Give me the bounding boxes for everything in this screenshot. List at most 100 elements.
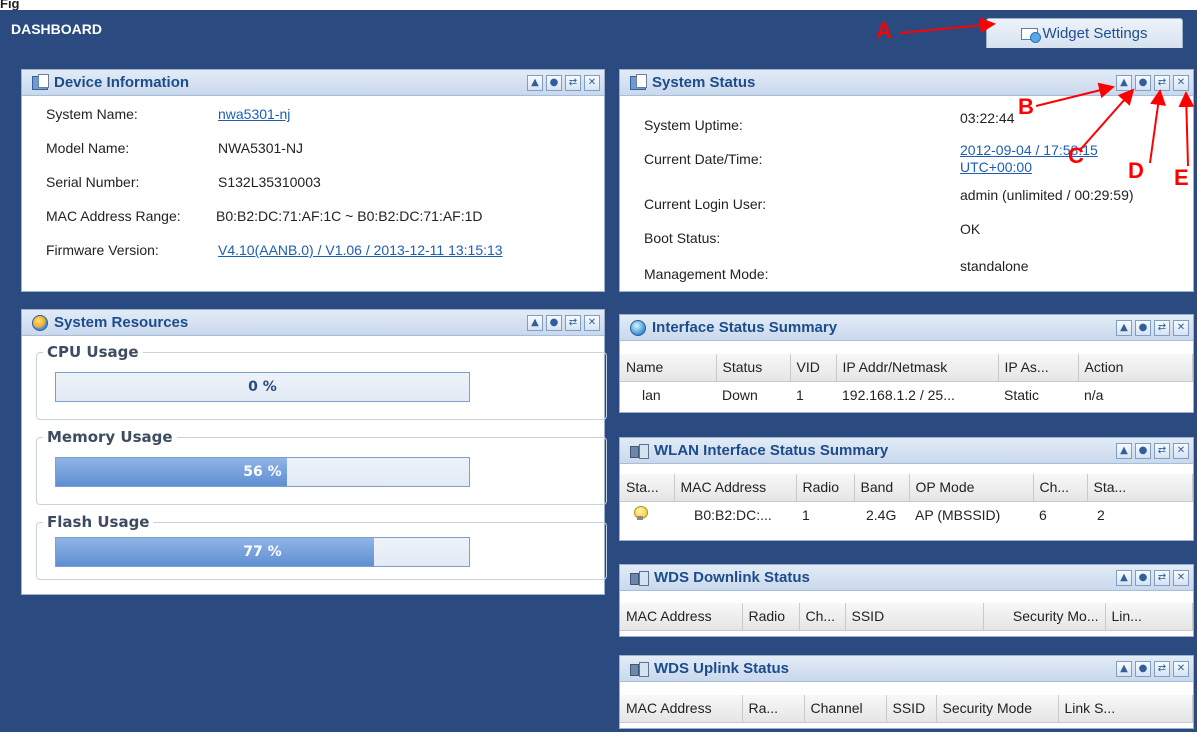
table-row[interactable]: B0:B2:DC:... 1 2.4G AP (MBSSID) 6 2 [620,501,1193,528]
column-header[interactable]: Ch... [799,603,846,631]
firmware-link[interactable]: V4.10(AANB.0) / V1.06 / 2013-12-11 13:15… [218,242,503,258]
collapse-icon[interactable]: ▲ [527,315,543,331]
column-header[interactable]: Ch... [1033,474,1088,502]
cpu-usage-text: 0 % [248,379,277,395]
callout-a: A [876,18,892,43]
mac-range-value: B0:B2:DC:71:AF:1C ~ B0:B2:DC:71:AF:1D [216,208,483,224]
table-cell: lan [642,386,661,403]
model-name-label: Model Name: [46,140,130,156]
document-icon [32,73,49,90]
document-icon [630,73,647,90]
settings-icon[interactable]: ● [1135,320,1151,336]
system-resources-panel: System Resources ▲ ● ⇄ ✕ CPU Usage 0 % M… [21,309,607,595]
column-header[interactable]: OP Mode [909,474,1034,502]
login-user-label: Current Login User: [644,196,767,212]
column-header[interactable]: Action [1078,354,1193,382]
close-icon[interactable]: ✕ [1173,661,1189,677]
close-icon[interactable]: ✕ [584,315,600,331]
column-header[interactable]: Sta... [1087,474,1193,502]
column-header[interactable]: Channel [804,695,887,723]
status-cell [620,501,674,528]
model-name-value: NWA5301-NJ [218,140,304,156]
wds-device-icon [630,661,649,677]
wds-downlink-header: WDS Downlink Status ▲ ● ⇄ ✕ [620,565,1193,591]
column-header[interactable]: VID [790,354,837,382]
firmware-label: Firmware Version: [46,242,159,258]
column-header[interactable]: SSID [845,603,984,631]
column-header[interactable]: Lin... [1105,603,1193,631]
column-header[interactable]: Link S... [1058,695,1193,723]
close-icon[interactable]: ✕ [1173,570,1189,586]
refresh-icon[interactable]: ⇄ [565,75,581,91]
boot-status-value: OK [960,221,981,237]
column-header[interactable]: MAC Address [620,603,743,631]
close-icon[interactable]: ✕ [584,75,600,91]
management-mode-label: Management Mode: [644,266,769,282]
wlan-device-icon [630,443,649,459]
close-icon[interactable]: ✕ [1173,443,1189,459]
widget-settings-button[interactable]: Widget Settings [986,18,1183,48]
refresh-icon[interactable]: ⇄ [565,315,581,331]
settings-icon[interactable]: ● [546,75,562,91]
settings-icon[interactable]: ● [546,315,562,331]
uptime-value: 03:22:44 [960,110,1015,126]
table-cell: 1 [802,506,810,523]
wlan-status-table: Sta... MAC Address Radio Band OP Mode Ch… [620,474,1193,528]
wlan-status-panel: WLAN Interface Status Summary ▲ ● ⇄ ✕ St… [619,437,1194,541]
panel-controls: ▲ ● ⇄ ✕ [527,75,600,91]
column-header[interactable]: Name [620,354,717,382]
boot-status-label: Boot Status: [644,230,721,246]
wds-downlink-panel: WDS Downlink Status ▲ ● ⇄ ✕ MAC Address … [619,564,1194,637]
table-cell: 1 [796,386,804,403]
refresh-icon[interactable]: ⇄ [1154,661,1170,677]
settings-icon[interactable]: ● [1135,443,1151,459]
column-header[interactable]: Radio [796,474,855,502]
refresh-icon[interactable]: ⇄ [1154,443,1170,459]
dashboard-title: DASHBOARD [11,21,102,37]
system-resources-header: System Resources ▲ ● ⇄ ✕ [22,310,604,336]
table-cell: 192.168.1.2 / 25... [842,386,955,403]
column-header[interactable]: IP Addr/Netmask [836,354,999,382]
column-header[interactable]: SSID [886,695,937,723]
mac-range-label: MAC Address Range: [46,208,181,224]
settings-icon[interactable]: ● [1135,661,1151,677]
collapse-icon[interactable]: ▲ [1116,75,1132,91]
settings-icon[interactable]: ● [1135,75,1151,91]
refresh-icon[interactable]: ⇄ [1154,570,1170,586]
collapse-icon[interactable]: ▲ [1116,443,1132,459]
refresh-icon[interactable]: ⇄ [1154,75,1170,91]
column-header[interactable]: Security Mo... [983,603,1106,631]
table-cell: AP (MBSSID) [915,506,1001,523]
table-cell: 2.4G [866,506,897,523]
column-header[interactable]: Sta... [620,474,675,502]
panel-controls: ▲ ● ⇄ ✕ [1116,75,1189,91]
column-header[interactable]: IP As... [998,354,1079,382]
collapse-icon[interactable]: ▲ [527,75,543,91]
system-name-link[interactable]: nwa5301-nj [218,106,290,122]
column-header[interactable]: Security Mode [936,695,1059,723]
close-icon[interactable]: ✕ [1173,320,1189,336]
column-header[interactable]: Radio [742,603,800,631]
collapse-icon[interactable]: ▲ [1116,661,1132,677]
widget-settings-label: Widget Settings [1042,25,1148,42]
collapse-icon[interactable]: ▲ [1116,320,1132,336]
wds-device-icon [630,570,649,586]
system-status-title: System Status [652,74,756,91]
table-cell: 6 [1039,506,1047,523]
table-cell: Down [722,386,758,403]
column-header[interactable]: Status [716,354,791,382]
column-header[interactable]: Ra... [742,695,805,723]
flash-usage-bar: 77 % [55,537,470,567]
column-header[interactable]: MAC Address [674,474,797,502]
table-row[interactable]: lan Down 1 192.168.1.2 / 25... Static n/… [620,381,1193,408]
close-icon[interactable]: ✕ [1173,75,1189,91]
column-header[interactable]: Band [854,474,910,502]
panel-controls: ▲ ● ⇄ ✕ [1116,570,1189,586]
widget-settings-icon [1021,27,1042,43]
column-header[interactable]: MAC Address [620,695,743,723]
collapse-icon[interactable]: ▲ [1116,570,1132,586]
system-status-header: System Status ▲ ● ⇄ ✕ [620,70,1193,96]
settings-icon[interactable]: ● [1135,570,1151,586]
timezone-link[interactable]: UTC+00:00 [960,159,1032,175]
refresh-icon[interactable]: ⇄ [1154,320,1170,336]
